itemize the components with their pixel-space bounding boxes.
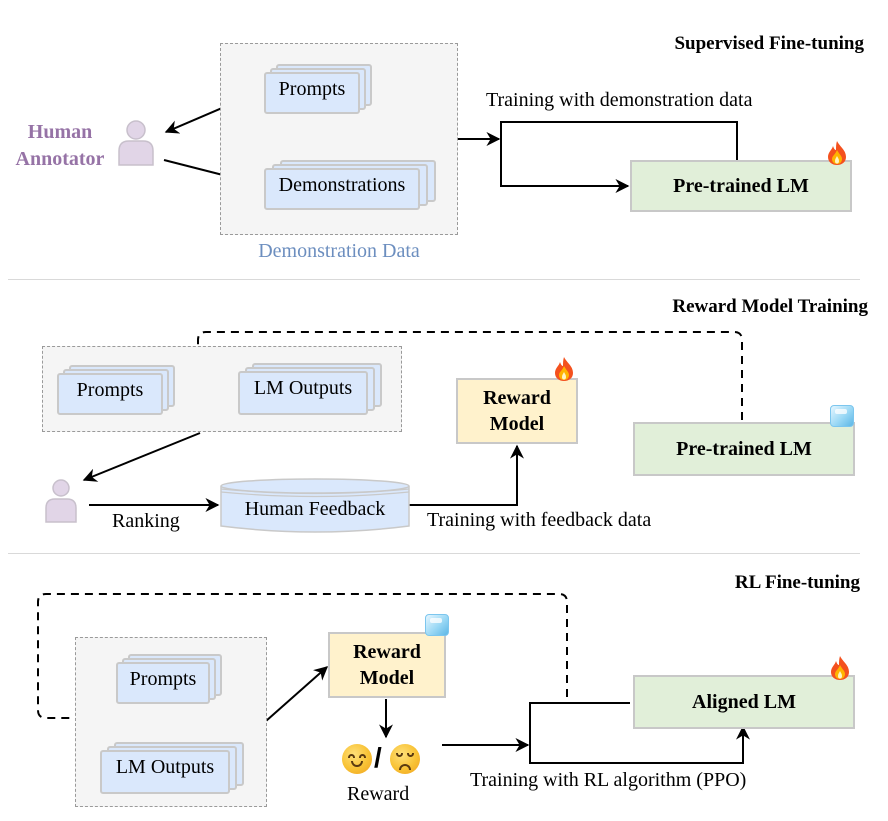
doc-label: LM Outputs — [253, 377, 353, 399]
doc-label: LM Outputs — [115, 756, 215, 778]
fire-icon — [831, 656, 849, 680]
section-title-sft: Supervised Fine-tuning — [674, 33, 864, 54]
edge-label-rl: Training with RL algorithm (PPO) — [470, 769, 747, 791]
ice-icon — [425, 614, 449, 636]
doc-prompts-sft: Prompts — [264, 64, 372, 114]
doc-label: Demonstrations — [278, 174, 406, 196]
ranking-label: Ranking — [112, 510, 180, 532]
section-divider — [8, 279, 860, 280]
model-label: Pre-trained LM — [676, 438, 812, 460]
edge-label-sft: Training with demonstration data — [486, 89, 753, 111]
model-label: Pre-trained LM — [673, 175, 809, 197]
disappointed-face-icon — [390, 744, 420, 774]
model-label-line1: Reward — [483, 387, 551, 409]
reward-model-box-rm: Reward Model — [456, 378, 578, 444]
section-title-rl: RL Fine-tuning — [734, 572, 860, 593]
doc-outputs-rl: LM Outputs — [100, 742, 244, 794]
pretrained-lm-box-rm: Pre-trained LM — [633, 422, 855, 476]
reward-model-box-rl: Reward Model — [328, 632, 446, 698]
model-label-line2: Model — [489, 413, 545, 435]
doc-label: Prompts — [76, 379, 144, 401]
aligned-lm-box: Aligned LM — [633, 675, 855, 729]
reward-caption: Reward — [347, 783, 410, 805]
doc-demonstrations: Demonstrations — [264, 160, 436, 210]
section-title-rm: Reward Model Training — [672, 296, 868, 317]
human-annotator-icon — [118, 120, 154, 166]
reward-separator: / — [374, 742, 382, 773]
doc-label: Prompts — [129, 668, 197, 690]
human-annotator-label: Human Annotator — [15, 121, 105, 170]
edge-label-rm: Training with feedback data — [427, 509, 652, 531]
smiling-face-icon — [342, 744, 372, 774]
model-label: Aligned LM — [692, 691, 796, 713]
arrow-feedback-to-reward-model — [409, 444, 524, 506]
model-label-line1: Reward — [353, 641, 421, 663]
doc-outputs-rm: LM Outputs — [238, 363, 382, 415]
pretrained-lm-box-sft: Pre-trained LM — [630, 160, 852, 212]
demonstration-data-caption: Demonstration Data — [258, 240, 420, 262]
human-feedback-label: Human Feedback — [244, 498, 386, 520]
doc-prompts-rl: Prompts — [116, 654, 222, 704]
human-annotator-icon — [45, 479, 77, 523]
arrow-outputs-to-annotator — [82, 432, 201, 482]
section-divider — [8, 553, 860, 554]
doc-prompts-rm: Prompts — [57, 365, 175, 415]
fire-icon — [828, 141, 846, 165]
arrow-group-to-reward-model — [265, 666, 329, 722]
fire-icon — [555, 357, 573, 381]
doc-label: Prompts — [278, 78, 346, 100]
ice-icon — [830, 405, 854, 427]
model-label-line2: Model — [359, 667, 415, 689]
